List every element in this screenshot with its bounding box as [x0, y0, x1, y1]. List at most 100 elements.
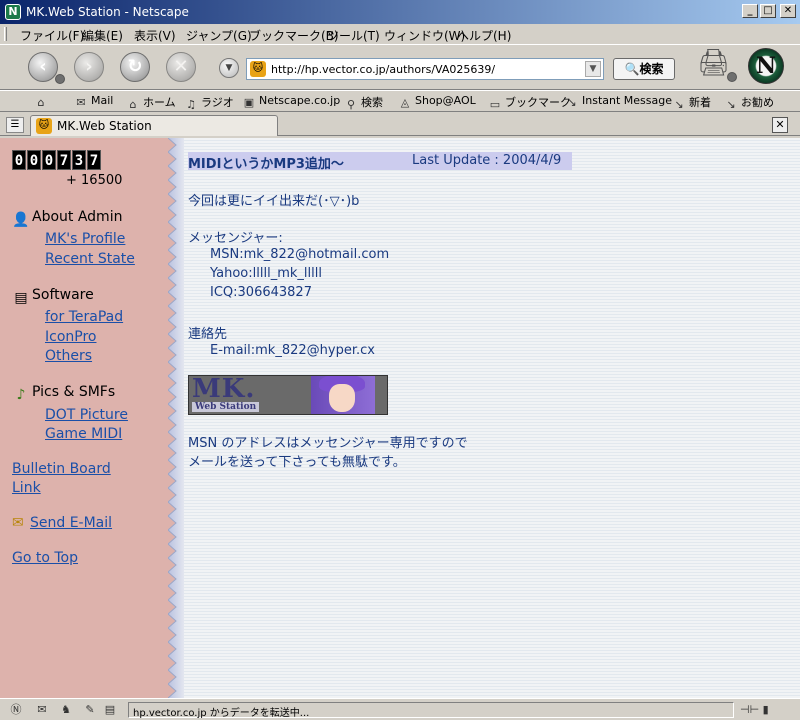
link-dot-picture[interactable]: DOT Picture [45, 407, 128, 423]
pb-shop-aol[interactable]: ◬ Shop@AOL [398, 94, 476, 109]
window-title: MK.Web Station - Netscape [26, 5, 189, 19]
personal-toolbar-menu-icon[interactable]: ⌂ [34, 94, 51, 109]
news-title-bar: MIDIというかMP3追加～ Last Update : 2004/4/9 [188, 152, 572, 172]
reload-button[interactable]: ↻ [120, 52, 150, 82]
stop-button[interactable]: ✕ [166, 52, 196, 82]
forward-button[interactable]: › [74, 52, 104, 82]
magnifier-icon: ⚲ [346, 98, 356, 111]
site-banner[interactable]: MK. Web Station [188, 375, 388, 415]
pb-new[interactable]: ↘ 新着 [672, 94, 711, 111]
counter-offset: + 16500 [66, 173, 123, 188]
status-text: hp.vector.co.jp からデータを転送中... [133, 708, 310, 719]
visitor-counter: 000737 [12, 150, 102, 170]
menu-bar: ファイル(F) 編集(E) 表示(V) ジャンプ(G) ブックマーク(B) ツー… [0, 24, 800, 44]
folder-icon: ▭ [489, 98, 501, 111]
pb-radio[interactable]: ♫ ラジオ [184, 94, 234, 111]
msn-address: MSN:mk_822@hotmail.com [210, 247, 390, 262]
my-netscape-icon: ▣ [243, 96, 255, 109]
link-recent-state[interactable]: Recent State [45, 251, 135, 267]
mail-icon[interactable]: ✉ [34, 703, 50, 717]
menubar-grip [4, 27, 7, 41]
close-tab-button[interactable]: ✕ [772, 117, 788, 133]
home-panel-icon: ⌂ [37, 96, 45, 109]
print-icon[interactable]: 🖨 [697, 48, 730, 78]
menu-help[interactable]: ヘルプ(H) [457, 27, 511, 44]
envelope-icon: ✉ [12, 515, 24, 531]
page-content-area [184, 138, 800, 698]
music-note-icon: ♪ [16, 387, 26, 403]
print-dropdown-icon[interactable] [727, 72, 737, 82]
sidebar-toggle-icon[interactable]: ☰ [6, 117, 24, 133]
pb-netscape[interactable]: ▣ Netscape.co.jp [242, 94, 340, 109]
maximize-button[interactable]: □ [760, 4, 776, 18]
menu-window[interactable]: ウィンドウ(W) [384, 27, 465, 44]
tab-bar: ☰ 🐱 MK.Web Station ✕ [0, 114, 800, 136]
admin-icon: 👤 [12, 212, 30, 228]
bookmark-icon: ↘ [674, 98, 684, 111]
url-bar[interactable]: 🐱 http://hp.vector.co.jp/authors/VA02563… [246, 58, 604, 80]
minimize-button[interactable]: _ [742, 4, 758, 18]
bookmark-icon: ↘ [726, 98, 736, 111]
messenger-heading: メッセンジャー: [188, 231, 283, 246]
banner-character-face [329, 384, 355, 412]
address-book-icon[interactable]: ▤ [102, 703, 118, 717]
yahoo-address: Yahoo:lllll_mk_lllll [210, 266, 322, 281]
link-profile[interactable]: MK's Profile [45, 231, 125, 247]
software-heading: ▤ Software [12, 287, 93, 307]
instant-messenger-icon[interactable]: ♞ [58, 703, 74, 717]
pb-mail[interactable]: ✉ Mail [74, 94, 113, 109]
link-links[interactable]: Link [12, 480, 41, 496]
menu-bookmarks[interactable]: ブックマーク(B) [249, 27, 339, 44]
note-line-1: MSN のアドレスはメッセンジャー専用ですので [188, 436, 468, 451]
back-button[interactable]: ‹ [28, 52, 58, 82]
note-line-2: メールを送って下さっても無駄です。 [188, 455, 406, 470]
about-admin-heading: 👤 About Admin [12, 209, 123, 228]
news-intro: 今回は更にイイ出来だ(･▽･)b [188, 194, 360, 209]
link-others[interactable]: Others [45, 348, 92, 364]
link-iconpro[interactable]: IconPro [45, 329, 96, 345]
pb-search[interactable]: ⚲ 検索 [344, 94, 383, 111]
bookmark-icon: ↘ [567, 96, 577, 109]
netscape-logo[interactable]: N [748, 48, 784, 84]
navigator-icon[interactable]: Ⓝ [8, 703, 24, 717]
last-update: Last Update : 2004/4/9 [412, 153, 562, 168]
banner-subtitle: Web Station [192, 402, 260, 412]
pb-bookmarks[interactable]: ▭ ブックマーク [488, 94, 571, 111]
menu-go[interactable]: ジャンプ(G) [186, 27, 252, 44]
site-favicon: 🐱 [36, 118, 52, 134]
link-send-email[interactable]: ✉ Send E-Mail [12, 515, 112, 531]
close-window-button[interactable]: ✕ [780, 4, 796, 18]
pb-instant-message[interactable]: ↘ Instant Message [565, 94, 672, 109]
menu-view[interactable]: 表示(V) [134, 27, 176, 44]
menu-tools[interactable]: ツール(T) [327, 27, 380, 44]
mail-icon: ✉ [76, 96, 86, 109]
link-terapad[interactable]: for TeraPad [45, 309, 123, 325]
menu-file[interactable]: ファイル(F) [20, 27, 84, 44]
news-title: MIDIというかMP3追加～ [188, 157, 344, 172]
contact-heading: 連絡先 [188, 327, 228, 342]
composer-icon[interactable]: ✎ [82, 703, 98, 717]
menu-edit[interactable]: 編集(E) [82, 27, 123, 44]
pb-home[interactable]: ⌂ ホーム [126, 94, 176, 111]
tab-mk-web-station[interactable]: 🐱 MK.Web Station [30, 115, 278, 136]
title-bar: N MK.Web Station - Netscape _ □ ✕ [0, 0, 800, 24]
home-icon: ⌂ [129, 98, 137, 111]
link-bulletin-board[interactable]: Bulletin Board [12, 461, 111, 477]
pics-smfs-heading: ♪ Pics & SMFs [12, 384, 116, 404]
back-dropdown-icon[interactable] [55, 74, 65, 84]
banner-logo-text: MK. [192, 375, 256, 404]
netscape-app-icon: N [5, 4, 21, 20]
pb-recommended[interactable]: ↘ お勧め [724, 94, 774, 111]
url-input[interactable]: http://hp.vector.co.jp/authors/VA025639/ [271, 63, 495, 76]
email-address: E-mail:mk_822@hyper.cx [210, 343, 375, 358]
magnifier-icon: 🔍 [624, 62, 640, 76]
search-button[interactable]: 🔍検索 [613, 58, 675, 80]
link-game-midi[interactable]: Game MIDI [45, 426, 122, 442]
link-go-to-top[interactable]: Go to Top [12, 550, 78, 566]
window-app-icon: ▤ [14, 290, 28, 306]
icq-number: ICQ:306643827 [210, 285, 312, 300]
status-text-box: hp.vector.co.jp からデータを転送中... [128, 702, 734, 719]
go-dropdown-icon[interactable]: ▼ [219, 58, 239, 78]
browser-window: N MK.Web Station - Netscape _ □ ✕ ファイル(F… [0, 0, 800, 720]
url-history-dropdown-icon[interactable]: ▼ [585, 61, 601, 77]
